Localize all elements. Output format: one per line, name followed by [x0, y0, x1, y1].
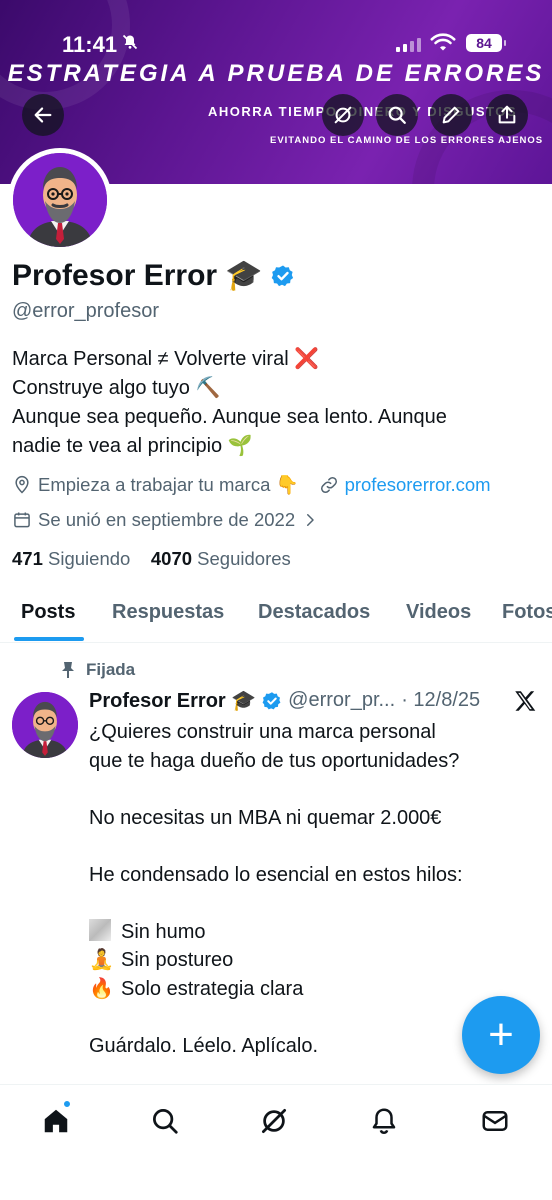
pinned-label: Fijada	[86, 660, 136, 679]
x-logo-icon[interactable]	[512, 688, 538, 721]
wifi-icon	[430, 33, 456, 58]
post-line: ¿Quieres construir una marca personal	[89, 721, 436, 743]
battery-indicator: 84	[466, 34, 506, 52]
blurred-emoji-icon	[89, 918, 111, 941]
profile-tabs: Posts Respuestas Destacados Videos Fotos	[0, 585, 552, 643]
meditation-emoji-icon: 🧘	[89, 949, 114, 971]
bio-line: Aunque sea pequeño. Aunque sea lento. Au…	[12, 406, 447, 428]
verified-badge-icon[interactable]	[271, 264, 295, 288]
profile-meta-location-website: Empieza a trabajar tu marca 👇 profesorer…	[12, 474, 491, 496]
grok-button[interactable]	[322, 94, 364, 136]
home-icon	[44, 1109, 68, 1133]
profile-bio: Marca Personal ≠ Volverte viral ❌ Constr…	[12, 345, 542, 461]
followers-link[interactable]: 4070 Seguidores	[151, 548, 291, 569]
fire-emoji-icon: 🔥	[89, 977, 114, 1000]
profile-name-row: Profesor Error 🎓	[12, 258, 295, 293]
arrow-left-icon	[34, 107, 52, 123]
post-list-item: Sin humo	[89, 918, 539, 947]
post-line: He condensado lo esencial en estos hilos…	[89, 863, 463, 886]
grok-icon	[334, 106, 352, 124]
mail-icon	[482, 1111, 508, 1131]
nav-grok[interactable]	[256, 1103, 292, 1139]
nav-notifications[interactable]	[366, 1103, 402, 1139]
active-tab-indicator	[14, 637, 84, 641]
post-list-text: Solo estrategia clara	[121, 977, 304, 1000]
post-author-name[interactable]: Profesor Error 🎓	[89, 688, 256, 713]
post-header: Profesor Error 🎓 @error_pr... · 12/8/25	[89, 688, 480, 713]
post-list-item: 🧘 Sin postureo	[89, 946, 539, 975]
follow-counts: 471 Siguiendo 4070 Seguidores	[12, 548, 291, 570]
tab-posts[interactable]: Posts	[21, 601, 75, 624]
following-count: 471	[12, 548, 43, 569]
nav-search[interactable]	[147, 1103, 183, 1139]
plus-icon: +	[488, 1010, 514, 1059]
bio-line: Marca Personal ≠ Volverte viral ❌	[12, 348, 320, 370]
profile-joined-row[interactable]: Se unió en septiembre de 2022	[12, 509, 319, 531]
profile-joined: Se unió en septiembre de 2022	[38, 509, 296, 530]
silent-bell-icon	[122, 34, 138, 55]
profile-avatar[interactable]	[8, 148, 112, 252]
post-author-handle[interactable]: @error_pr...	[288, 689, 395, 712]
calendar-icon	[14, 512, 30, 528]
profile-website-link[interactable]: profesorerror.com	[345, 474, 491, 496]
share-icon	[498, 105, 516, 124]
post-line	[89, 832, 539, 861]
profile-location: Empieza a trabajar tu marca 👇	[38, 474, 299, 495]
bio-line: Construye algo tuyo ⛏️	[12, 377, 221, 399]
banner-title: ESTRATEGIA A PRUEBA DE ERRORES	[7, 60, 545, 87]
profile-handle: @error_profesor	[12, 300, 160, 322]
followers-count: 4070	[150, 548, 193, 569]
link-icon	[320, 476, 337, 494]
post-line	[89, 889, 539, 918]
tab-replies[interactable]: Respuestas	[112, 601, 224, 624]
avatar-illustration	[13, 153, 107, 247]
post-line: No necesitas un MBA ni quemar 2.000€	[89, 806, 442, 829]
edit-button[interactable]	[430, 94, 472, 136]
bell-icon	[372, 1108, 396, 1134]
search-icon	[153, 1109, 178, 1134]
nav-messages[interactable]	[477, 1103, 513, 1139]
pin-icon	[62, 662, 74, 678]
location-pin-icon	[15, 475, 29, 494]
post-date[interactable]: · 12/8/25	[401, 689, 480, 712]
notification-dot	[62, 1099, 72, 1109]
post-list-item: 🔥 Solo estrategia clara	[89, 975, 539, 1004]
grok-icon	[262, 1109, 286, 1133]
tab-videos[interactable]: Videos	[406, 601, 471, 624]
verified-badge-icon	[262, 691, 281, 709]
post-list-text: Sin postureo	[121, 949, 234, 971]
bottom-nav	[0, 1084, 552, 1200]
post-list-text: Sin humo	[121, 920, 206, 943]
back-button[interactable]	[22, 94, 64, 136]
pencil-icon	[442, 106, 460, 124]
following-link[interactable]: 471 Siguiendo	[12, 548, 130, 569]
profile-name: Profesor Error 🎓	[12, 259, 263, 292]
compose-button[interactable]: +	[462, 996, 540, 1074]
tab-photos[interactable]: Fotos	[502, 601, 552, 624]
search-icon	[388, 106, 406, 124]
tab-highlights[interactable]: Destacados	[258, 601, 370, 624]
status-time: 11:41	[62, 32, 118, 57]
following-label: Siguiendo	[48, 548, 131, 569]
post-line	[89, 775, 539, 804]
bio-line: nadie te vea al principio 🌱	[12, 435, 253, 457]
share-button[interactable]	[486, 94, 528, 136]
cellular-signal-icon	[396, 36, 421, 52]
banner-tagline: EVITANDO EL CAMINO DE LOS ERRORES AJENOS	[270, 135, 544, 146]
post-author-avatar[interactable]	[12, 692, 78, 758]
avatar-illustration	[12, 692, 78, 758]
search-button[interactable]	[376, 94, 418, 136]
chevron-right-icon	[307, 514, 314, 526]
followers-label: Seguidores	[197, 548, 291, 569]
pinned-indicator: Fijada	[60, 660, 135, 680]
post-line: que te haga dueño de tus oportunidades?	[89, 749, 460, 772]
status-bar: 11:41 84	[0, 30, 552, 60]
